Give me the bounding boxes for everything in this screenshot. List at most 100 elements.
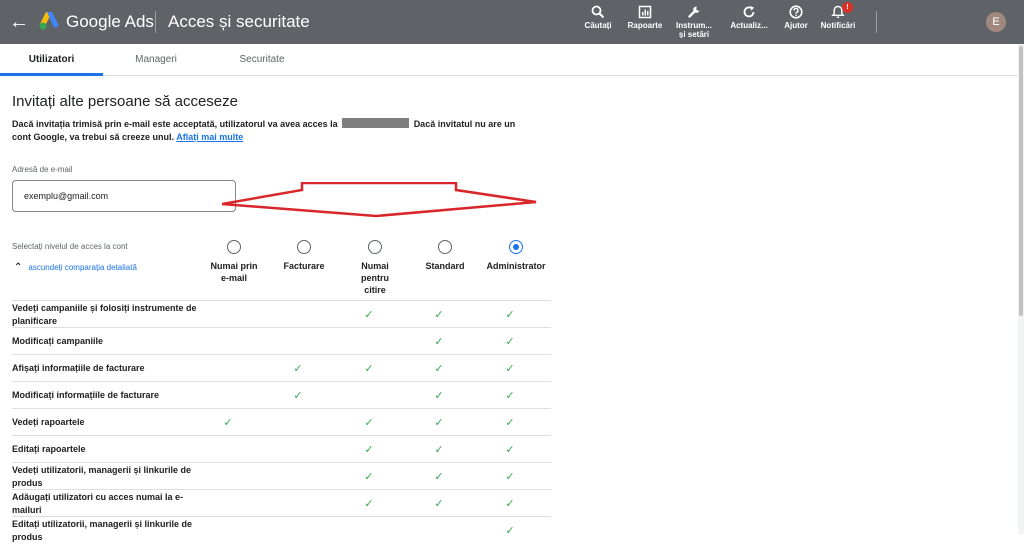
- reports-button[interactable]: Rapoarte: [625, 5, 665, 30]
- chevron-up-icon: ⌃: [14, 262, 23, 273]
- level-label: Numai prin e-mail: [210, 261, 258, 283]
- checkmark-icon: ✓: [364, 444, 374, 456]
- permissions-comparison-table: Vedeți campaniile și folosiți instrument…: [12, 300, 551, 543]
- page-scrollbar[interactable]: [1018, 44, 1024, 534]
- permission-label: Editați rapoartele: [12, 444, 86, 454]
- level-read-only[interactable]: Numai pentru citire: [335, 240, 415, 296]
- tab-bar: Utilizatori Manageri Securitate: [0, 44, 1018, 76]
- checkmark-icon: ✓: [364, 471, 374, 483]
- radio-billing[interactable]: [297, 240, 311, 254]
- page-title: Acces și securitate: [168, 12, 310, 31]
- checkmark-icon: ✓: [434, 390, 444, 402]
- level-label: Numai pentru citire: [361, 261, 389, 295]
- email-field-label: Adresă de e-mail: [12, 165, 73, 174]
- level-billing[interactable]: Facturare: [264, 240, 344, 272]
- checkmark-icon: ✓: [434, 336, 444, 348]
- permission-row: Vedeți utilizatorii, managerii și linkur…: [12, 462, 551, 489]
- notification-badge: !: [842, 2, 853, 13]
- tools-settings-label: Instrum... și setări: [675, 21, 712, 39]
- checkmark-icon: ✓: [505, 471, 515, 483]
- checkmark-icon: ✓: [434, 498, 444, 510]
- tools-settings-button[interactable]: Instrum... și setări: [674, 5, 714, 39]
- help-button[interactable]: Ajutor: [782, 5, 810, 30]
- avatar[interactable]: E: [986, 12, 1006, 32]
- help-icon: [789, 5, 803, 19]
- checkmark-icon: ✓: [364, 417, 374, 429]
- checkmark-icon: ✓: [434, 444, 444, 456]
- permission-row: Vedeți rapoartele ✓ ✓ ✓ ✓: [12, 408, 551, 435]
- checkmark-icon: ✓: [505, 390, 515, 402]
- permission-label: Afișați informațiile de facturare: [12, 363, 145, 373]
- refresh-button[interactable]: Actualiz...: [728, 5, 770, 30]
- learn-more-link[interactable]: Aflați mai multe: [176, 132, 243, 142]
- checkmark-icon: ✓: [293, 363, 303, 375]
- tab-managers[interactable]: Manageri: [110, 44, 202, 76]
- reports-icon: [638, 5, 652, 19]
- checkmark-icon: ✓: [505, 444, 515, 456]
- level-label: Standard: [425, 261, 465, 271]
- checkmark-icon: ✓: [434, 363, 444, 375]
- permission-row: Afișați informațiile de facturare ✓ ✓ ✓ ✓: [12, 354, 551, 381]
- search-label: Căutați: [584, 21, 612, 30]
- wrench-icon: [687, 6, 700, 19]
- divider: [876, 11, 877, 33]
- invite-description: Dacă invitația trimisă prin e-mail este …: [12, 118, 532, 144]
- permission-row: Adăugați utilizatori cu acces numai la e…: [12, 489, 551, 516]
- checkmark-icon: ✓: [505, 525, 515, 537]
- redacted-account-name: [342, 118, 410, 128]
- level-standard[interactable]: Standard: [405, 240, 485, 272]
- tab-users[interactable]: Utilizatori: [0, 44, 103, 76]
- permission-row: Modificați informațiile de facturare ✓ ✓ ✓: [12, 381, 551, 408]
- brand-name: Google Ads: [66, 12, 154, 31]
- search-icon: [591, 5, 605, 19]
- google-ads-logo-icon: [39, 12, 59, 30]
- permission-label: Vedeți rapoartele: [12, 417, 85, 427]
- checkmark-icon: ✓: [434, 309, 444, 321]
- red-arrow-annotation: [222, 182, 537, 218]
- invite-title: Invitați alte persoane să acceseze: [12, 93, 238, 110]
- radio-email-only[interactable]: [227, 240, 241, 254]
- help-label: Ajutor: [784, 21, 808, 30]
- checkmark-icon: ✓: [505, 363, 515, 375]
- permission-label: Vedeți campaniile și folosiți instrument…: [12, 302, 197, 326]
- reports-label: Rapoarte: [627, 21, 663, 30]
- permission-row: Editați utilizatorii, managerii și linku…: [12, 516, 551, 543]
- notifications-button[interactable]: ! Notificări: [818, 2, 858, 30]
- level-label: Facturare: [283, 261, 325, 271]
- search-button[interactable]: Căutați: [582, 5, 614, 30]
- tab-security[interactable]: Securitate: [212, 44, 312, 76]
- checkmark-icon: ✓: [434, 471, 444, 483]
- permission-row: Modificați campaniile ✓ ✓: [12, 327, 551, 354]
- checkmark-icon: ✓: [223, 417, 233, 429]
- checkmark-icon: ✓: [505, 336, 515, 348]
- radio-standard[interactable]: [438, 240, 452, 254]
- divider: [155, 11, 156, 33]
- level-email-only[interactable]: Numai prin e-mail: [194, 240, 274, 284]
- level-administrator[interactable]: Administrator: [476, 240, 556, 272]
- permission-label: Vedeți utilizatorii, managerii și linkur…: [12, 464, 192, 488]
- refresh-label: Actualiz...: [730, 21, 768, 30]
- checkmark-icon: ✓: [364, 498, 374, 510]
- permission-label: Modificați campaniile: [12, 336, 104, 346]
- invite-text-before: Dacă invitația trimisă prin e-mail este …: [12, 119, 338, 129]
- checkmark-icon: ✓: [434, 417, 444, 429]
- permission-label: Modificați informațiile de facturare: [12, 390, 160, 400]
- radio-administrator[interactable]: [509, 240, 523, 254]
- permission-label: Editați utilizatorii, managerii și linku…: [12, 518, 193, 542]
- hide-comparison-toggle[interactable]: ⌃ ascundeți comparația detaliată: [14, 262, 137, 273]
- checkmark-icon: ✓: [505, 309, 515, 321]
- radio-read-only[interactable]: [368, 240, 382, 254]
- refresh-icon: [743, 6, 755, 18]
- top-app-bar: ← Google Ads Acces și securitate Căutați…: [0, 0, 1024, 44]
- permission-row: Editați rapoartele ✓ ✓ ✓: [12, 435, 551, 462]
- checkmark-icon: ✓: [364, 309, 374, 321]
- email-field[interactable]: exemplu@gmail.com: [12, 180, 236, 212]
- active-tab-indicator: [0, 73, 103, 76]
- scrollbar-thumb[interactable]: [1019, 46, 1023, 316]
- hide-comparison-label: ascundeți comparația detaliată: [28, 263, 137, 272]
- checkmark-icon: ✓: [505, 498, 515, 510]
- notifications-label: Notificări: [820, 21, 856, 30]
- level-label: Administrator: [486, 261, 546, 271]
- permission-row: Vedeți campaniile și folosiți instrument…: [12, 300, 551, 327]
- back-arrow-icon[interactable]: ←: [8, 11, 30, 33]
